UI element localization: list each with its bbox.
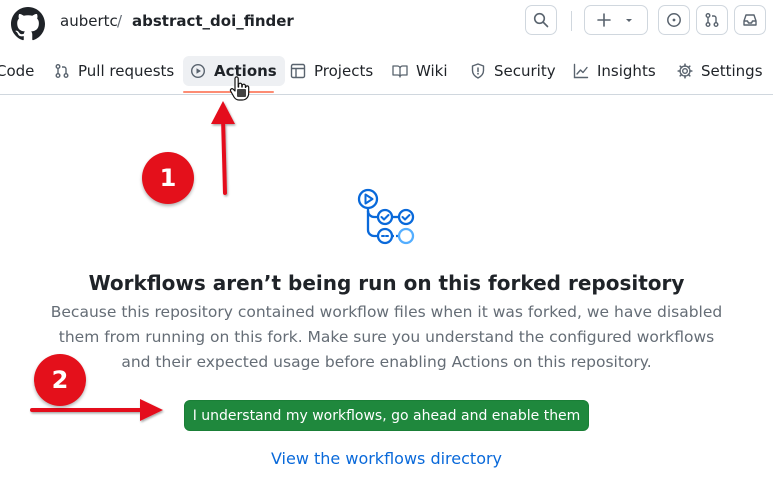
pull-requests-button[interactable] [696,5,728,35]
tab-settings[interactable]: Settings [677,56,763,86]
tab-security[interactable]: Security [470,56,556,86]
graph-icon [573,63,589,79]
tab-settings-label: Settings [701,62,763,80]
breadcrumb-owner[interactable]: aubertc [60,11,118,31]
tab-insights[interactable]: Insights [573,56,656,86]
workflows-directory-link[interactable]: View the workflows directory [0,449,773,469]
tab-code-label: Code [0,62,35,80]
issues-icon [667,13,681,27]
tab-wiki[interactable]: Wiki [392,56,448,86]
tab-insights-label: Insights [597,62,656,80]
create-new-button[interactable] [584,5,648,35]
tab-pull-requests[interactable]: Pull requests [54,56,174,86]
search-icon [533,12,549,28]
tab-code[interactable]: Code [0,56,34,86]
shield-icon [471,63,485,79]
search-button[interactable] [525,5,557,35]
repo-nav: Code Pull requests Actions Projects Wiki… [0,50,773,95]
arrow-up-to-actions [211,101,235,195]
caret-down-icon [626,19,632,22]
book-icon [392,65,408,78]
pull-request-icon [55,64,69,78]
pull-requests-icon [705,13,719,27]
github-logo-icon[interactable] [11,7,45,41]
tab-projects[interactable]: Projects [290,56,373,86]
blankslate-title: Workflows aren’t being run on this forke… [88,271,685,295]
breadcrumb-repo[interactable]: abstract_doi_finder [132,11,294,31]
hand-cursor-icon [229,76,250,101]
issues-button[interactable] [658,5,690,35]
table-icon [290,63,306,79]
enable-workflows-button[interactable]: I understand my workflows, go ahead and … [184,400,589,431]
tab-security-label: Security [494,62,556,80]
plus-icon [597,13,611,27]
tab-pull-requests-label: Pull requests [78,62,175,80]
annotation-badge-2: 2 [34,354,86,406]
breadcrumb-separator: / [117,12,123,30]
play-icon [190,63,206,79]
top-header: aubertc / abstract_doi_finder [0,0,773,44]
annotation-badge-1: 1 [142,152,194,204]
inbox-icon [743,14,757,26]
gear-icon [677,63,693,79]
tab-projects-label: Projects [314,62,374,80]
tab-wiki-label: Wiki [416,62,448,80]
blankslate-description: Because this repository contained workfl… [50,303,723,371]
workflow-icon [357,188,415,245]
header-divider [571,11,572,31]
inbox-button[interactable] [734,5,766,35]
